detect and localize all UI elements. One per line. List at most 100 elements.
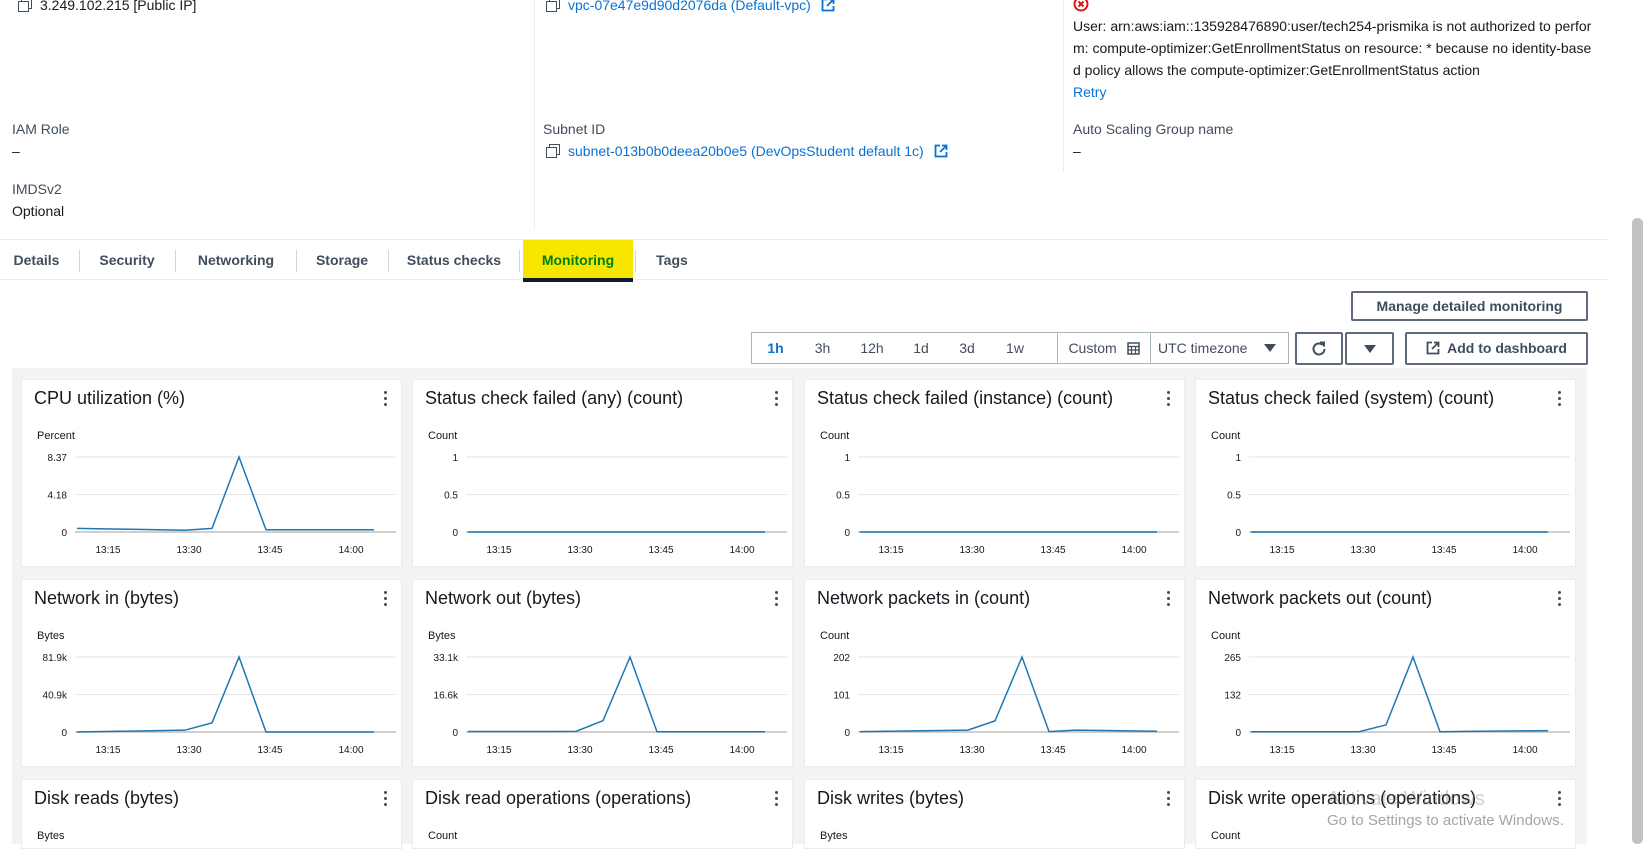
caret-down-icon: [1363, 345, 1376, 353]
refresh-button[interactable]: [1295, 332, 1343, 365]
menu-dot: [775, 397, 778, 400]
range-3d[interactable]: 3d: [944, 333, 990, 363]
manage-detailed-monitoring-button[interactable]: Manage detailed monitoring: [1351, 291, 1588, 321]
x-tick-label: 14:00: [338, 745, 363, 756]
range-1h[interactable]: 1h: [752, 333, 799, 363]
more-options-icon[interactable]: [770, 590, 784, 608]
x-tick-label: 14:00: [1121, 545, 1146, 556]
y-tick-label: 0: [452, 528, 458, 539]
menu-dot: [384, 403, 387, 406]
tab-tags[interactable]: Tags: [650, 240, 694, 280]
x-tick-label: 13:30: [567, 545, 592, 556]
x-tick-label: 13:45: [648, 745, 673, 756]
copy-icon[interactable]: [546, 0, 560, 12]
widget-title: Network in (bytes): [34, 588, 180, 608]
x-tick-label: 13:45: [1040, 545, 1065, 556]
menu-dot: [384, 391, 387, 394]
range-1w[interactable]: 1w: [990, 333, 1040, 363]
metric-widget: Disk writes (bytes) Bytes: [804, 779, 1185, 849]
more-options-icon[interactable]: [379, 590, 393, 608]
menu-dot: [775, 597, 778, 600]
more-options-icon[interactable]: [1553, 390, 1567, 408]
tab-networking[interactable]: Networking: [191, 240, 281, 280]
asg-name-label: Auto Scaling Group name: [1073, 121, 1234, 137]
menu-dot: [1167, 803, 1170, 806]
widget-title: Disk reads (bytes): [34, 788, 180, 808]
tab-separator: [635, 250, 636, 272]
y-axis-label: Bytes: [820, 830, 848, 842]
menu-dot: [775, 791, 778, 794]
menu-dot: [775, 391, 778, 394]
external-link-icon[interactable]: [821, 0, 835, 12]
more-options-icon[interactable]: [1553, 790, 1567, 808]
tab-separator: [519, 250, 520, 272]
more-options-icon[interactable]: [379, 390, 393, 408]
x-tick-label: 13:15: [1269, 545, 1294, 556]
tab-details[interactable]: Details: [0, 240, 73, 280]
range-12h[interactable]: 12h: [846, 333, 898, 363]
more-options-icon[interactable]: [770, 390, 784, 408]
tab-status-checks[interactable]: Status checks: [404, 240, 504, 280]
y-tick-label: 81.9k: [43, 653, 68, 664]
metric-widget: Network packets in (count) Count 202 101 0 13…: [804, 579, 1185, 767]
public-ip-text: 3.249.102.215 [Public IP]: [40, 0, 197, 13]
metric-widget: Disk read operations (operations) Count: [412, 779, 793, 849]
line-chart: 1 0.5 0 13:15 13:30 13:45 14:00: [444, 453, 787, 556]
menu-dot: [1167, 603, 1170, 606]
y-tick-label: 8.37: [48, 453, 68, 464]
line-chart: 33.1k 16.6k 0 13:15 13:30 13:45 14:00: [434, 653, 787, 756]
more-options-icon[interactable]: [1553, 590, 1567, 608]
time-range-selector: 1h 3h 12h 1d 3d 1w Custom UTC timezone: [751, 332, 1289, 364]
copy-icon[interactable]: [18, 0, 32, 12]
tab-storage[interactable]: Storage: [311, 240, 373, 280]
more-options-icon[interactable]: [1162, 590, 1176, 608]
tab-monitoring[interactable]: Monitoring: [523, 240, 633, 282]
subnet-id-label: Subnet ID: [543, 121, 606, 137]
x-tick-label: 13:45: [648, 545, 673, 556]
range-custom[interactable]: Custom: [1058, 333, 1150, 363]
widget-title: Network packets out (count): [1208, 588, 1433, 608]
y-axis-label: Count: [1211, 430, 1241, 442]
x-tick-label: 13:45: [257, 745, 282, 756]
activation-watermark-title: Activate Windows: [1327, 788, 1485, 810]
widget-title: Status check failed (instance) (count): [817, 388, 1114, 408]
menu-dot: [384, 397, 387, 400]
range-1d[interactable]: 1d: [898, 333, 944, 363]
y-axis-label: Count: [428, 430, 458, 442]
vpc-id-link[interactable]: vpc-07e47e9d90d2076da (Default-vpc): [568, 0, 811, 13]
copy-icon[interactable]: [546, 144, 560, 158]
menu-dot: [384, 803, 387, 806]
range-3h[interactable]: 3h: [799, 333, 846, 363]
widget-title: Network out (bytes): [425, 588, 582, 608]
y-tick-label: 0: [61, 528, 67, 539]
x-tick-label: 13:45: [1431, 745, 1456, 756]
refresh-options-button[interactable]: [1345, 332, 1394, 365]
y-axis-label: Count: [1211, 830, 1241, 842]
iam-role-value: –: [12, 143, 20, 159]
menu-dot: [775, 403, 778, 406]
external-link-icon[interactable]: [934, 144, 948, 158]
line-chart: 8.37 4.18 0 13:15 13:30 13:45 14:00: [48, 453, 396, 556]
subnet-id-link[interactable]: subnet-013b0b0deea20b0e5 (DevOpsStudent …: [568, 143, 924, 159]
tab-security[interactable]: Security: [94, 240, 160, 280]
more-options-icon[interactable]: [770, 790, 784, 808]
more-options-icon[interactable]: [1162, 790, 1176, 808]
timezone-select[interactable]: UTC timezone: [1151, 333, 1288, 363]
error-message: User: arn:aws:iam::135928476890:user/tec…: [1073, 18, 1592, 78]
more-options-icon[interactable]: [379, 790, 393, 808]
activation-watermark-subtitle: Go to Settings to activate Windows.: [1327, 812, 1564, 829]
metric-widget: Status check failed (instance) (count) Co…: [804, 379, 1185, 567]
imdsv2-label: IMDSv2: [12, 181, 62, 197]
retry-link[interactable]: Retry: [1073, 84, 1106, 100]
y-tick-label: 1: [844, 453, 850, 464]
scrollbar-thumb[interactable]: [1632, 218, 1643, 844]
more-options-icon[interactable]: [1162, 390, 1176, 408]
subnet-id-value: subnet-013b0b0deea20b0e5 (DevOpsStudent …: [546, 143, 948, 159]
y-tick-label: 1: [1235, 453, 1241, 464]
add-to-dashboard-button[interactable]: Add to dashboard: [1405, 332, 1588, 365]
metric-widget: Network out (bytes) Bytes 33.1k 16.6k 0 13:15…: [412, 579, 793, 767]
x-tick-label: 13:45: [1431, 545, 1456, 556]
menu-dot: [1167, 591, 1170, 594]
x-tick-label: 13:15: [878, 745, 903, 756]
line-chart: 265 132 0 13:15 13:30 13:45 14:00: [1224, 653, 1570, 756]
